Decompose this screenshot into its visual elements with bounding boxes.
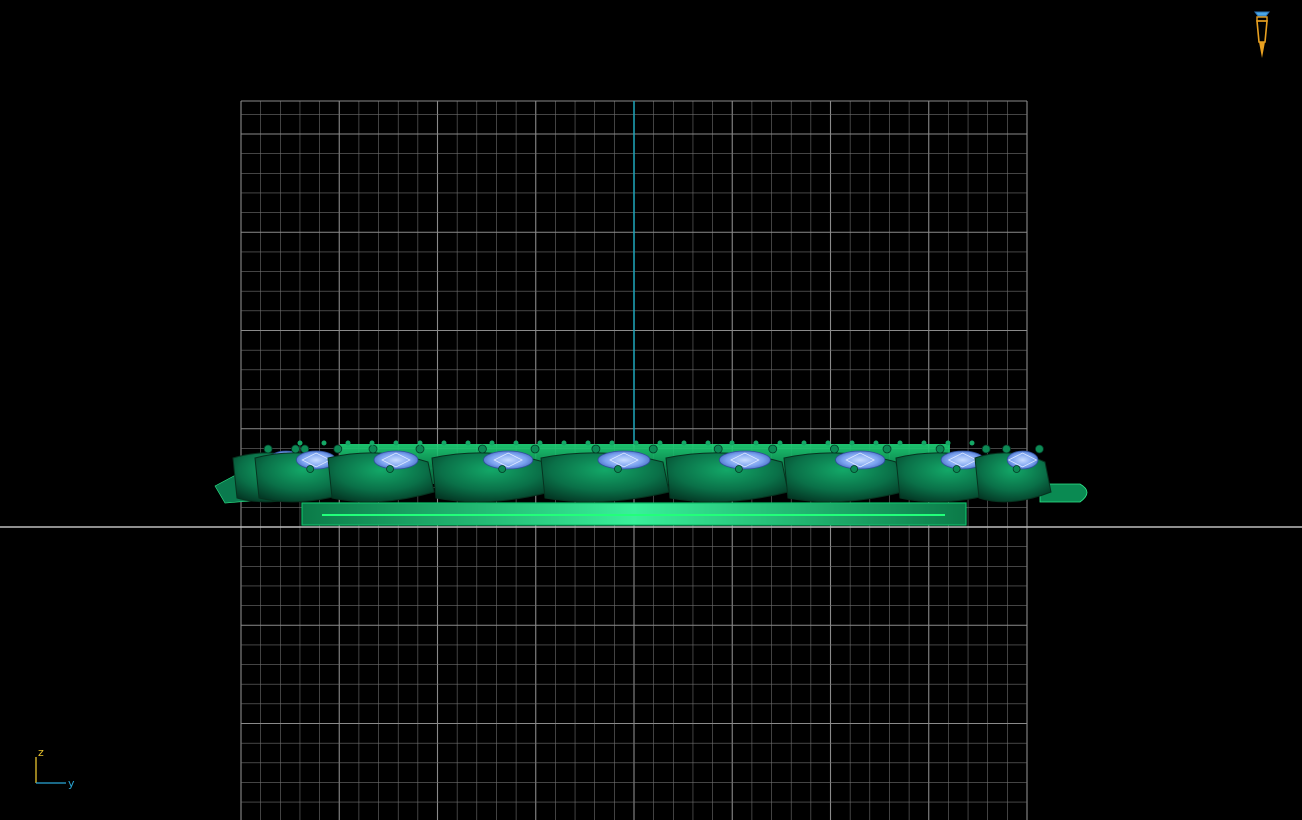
- prong-bead: [1002, 444, 1011, 454]
- setting-bead: [417, 440, 423, 446]
- setting-bead: [561, 440, 567, 446]
- prong-bead: [368, 444, 378, 454]
- scene-canvas[interactable]: z y: [0, 0, 1302, 820]
- prong-bead: [882, 444, 892, 454]
- setting-bead: [849, 440, 855, 446]
- prong-bead: [952, 465, 961, 473]
- setting-bead: [969, 440, 975, 446]
- setting-bead: [321, 440, 327, 446]
- setting-bead: [345, 440, 351, 446]
- gem-stone: [373, 450, 419, 470]
- setting-bead: [537, 440, 543, 446]
- prong-bead: [498, 465, 507, 473]
- paintbrush-icon[interactable]: [1254, 11, 1270, 58]
- prong-bead: [935, 444, 945, 454]
- prong-bead: [850, 465, 859, 473]
- prong-bead: [591, 444, 601, 454]
- setting-bead: [825, 440, 831, 446]
- setting-bead: [681, 440, 687, 446]
- prong-bead: [768, 444, 778, 454]
- setting-bead: [657, 440, 663, 446]
- prong-bead: [263, 444, 273, 454]
- setting-bead: [489, 440, 495, 446]
- 3d-viewport[interactable]: z y: [0, 0, 1302, 820]
- prong-bead: [981, 444, 991, 454]
- setting-bead: [441, 440, 447, 446]
- prong-bead: [614, 465, 622, 473]
- setting-bead: [633, 440, 639, 446]
- setting-bead: [609, 440, 615, 446]
- prong-bead: [477, 444, 487, 454]
- prong-bead: [530, 444, 540, 454]
- setting-bead: [369, 440, 375, 446]
- prong-bead: [306, 465, 315, 473]
- prong-bead: [734, 465, 743, 473]
- prong-bead: [291, 444, 300, 454]
- setting-bead: [729, 440, 735, 446]
- setting-bead: [897, 440, 903, 446]
- prong-bead: [415, 444, 425, 454]
- prong-bead: [713, 444, 723, 454]
- axis-z-label: z: [38, 746, 44, 759]
- gem-stone: [597, 450, 651, 470]
- prong-bead: [830, 444, 839, 454]
- setting-bead: [705, 440, 711, 446]
- setting-bead: [513, 440, 519, 446]
- axis-triad: z y: [35, 746, 75, 790]
- gem-stone: [835, 450, 886, 470]
- prong-bead: [333, 444, 343, 454]
- axis-y-label: y: [68, 777, 75, 790]
- prong-bead: [1035, 444, 1044, 454]
- ring-model[interactable]: [214, 440, 1088, 526]
- gem-stone: [718, 450, 771, 470]
- setting-bead: [753, 440, 759, 446]
- setting-bead: [801, 440, 807, 446]
- setting-bead: [873, 440, 879, 446]
- setting-bead: [465, 440, 471, 446]
- setting-bead: [777, 440, 783, 446]
- prong-bead: [648, 444, 658, 454]
- setting-bead: [945, 440, 951, 446]
- setting-bead: [393, 440, 399, 446]
- prong-bead: [386, 465, 394, 473]
- setting-bead: [921, 440, 927, 446]
- gem-stone: [1006, 450, 1039, 470]
- setting-bead: [585, 440, 591, 446]
- prong-bead: [1012, 465, 1021, 473]
- setting-bead: [297, 440, 303, 446]
- gem-stone: [483, 450, 534, 470]
